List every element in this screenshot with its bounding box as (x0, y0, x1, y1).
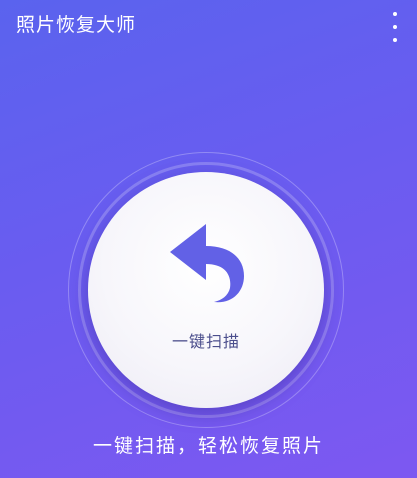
app-screen: 照片恢复大师 一键扫描 一键扫描，轻松恢复照片 (0, 0, 417, 478)
tagline-text: 一键扫描，轻松恢复照片 (92, 435, 324, 457)
scan-button-label: 一键扫描 (171, 332, 240, 351)
more-menu-button[interactable] (387, 12, 403, 42)
one-click-scan-button[interactable]: 一键扫描 (88, 172, 324, 408)
undo-arrow-icon (170, 224, 244, 303)
more-vertical-icon (393, 12, 397, 16)
app-title: 照片恢复大师 (16, 14, 137, 36)
